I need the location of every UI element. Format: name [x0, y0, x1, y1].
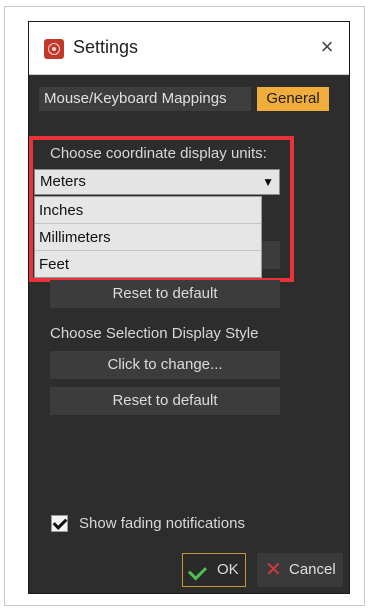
cancel-button[interactable]: ✕ Cancel	[257, 553, 343, 587]
coordinate-units-reset-button[interactable]: Reset to default	[50, 280, 280, 308]
checkmark-icon	[187, 561, 208, 581]
dropdown-option-millimeters[interactable]: Millimeters	[35, 224, 261, 251]
coordinate-units-dropdown: Inches Millimeters Feet	[34, 196, 262, 278]
cancel-button-label: Cancel	[289, 561, 336, 578]
selection-style-reset-button[interactable]: Reset to default	[50, 387, 280, 415]
tab-general[interactable]: General	[257, 87, 329, 111]
coordinate-units-select[interactable]: Meters ▼	[34, 169, 280, 195]
tab-mouse-keyboard-mappings[interactable]: Mouse/Keyboard Mappings	[39, 87, 251, 111]
selection-style-change-button[interactable]: Click to change...	[50, 351, 280, 379]
app-logo-icon	[44, 39, 64, 59]
ok-button-label: OK	[217, 561, 239, 578]
ok-button[interactable]: OK	[182, 553, 246, 587]
settings-dialog: Settings × Mouse/Keyboard Mappings Gener…	[28, 21, 350, 594]
dropdown-option-feet[interactable]: Feet	[35, 251, 261, 278]
selection-style-label: Choose Selection Display Style	[50, 325, 259, 342]
close-x-icon: ✕	[265, 559, 282, 581]
chevron-down-icon: ▼	[262, 175, 274, 189]
close-icon[interactable]: ×	[315, 35, 339, 59]
fading-notifications-checkbox[interactable]	[51, 515, 68, 532]
fading-notifications-label: Show fading notifications	[79, 515, 245, 532]
coordinate-units-selected-value: Meters	[40, 173, 86, 190]
coordinate-units-label: Choose coordinate display units:	[50, 145, 267, 162]
dropdown-option-inches[interactable]: Inches	[35, 197, 261, 224]
coordinate-units-reset-button-partial	[260, 241, 280, 269]
title-bar: Settings ×	[29, 22, 349, 75]
dialog-title: Settings	[73, 37, 139, 57]
